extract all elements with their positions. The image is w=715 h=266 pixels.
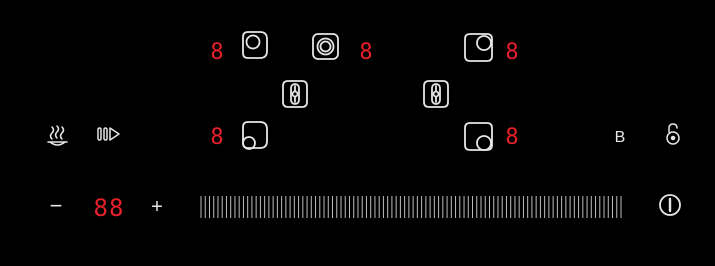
timer-plus-button[interactable]: + bbox=[151, 196, 163, 218]
zone-rear-center-level: 8 bbox=[359, 40, 372, 65]
timer-display: 88 bbox=[94, 194, 125, 222]
cooktop-control-panel: 8 8 8 8 8 B − 88 + bbox=[0, 0, 715, 266]
zone-rear-right-level: 8 bbox=[505, 40, 518, 65]
zone-front-right-level: 8 bbox=[505, 125, 518, 150]
zone-rear-left-level: 8 bbox=[210, 40, 223, 65]
timer-minus-button[interactable]: − bbox=[50, 193, 63, 218]
boost-button[interactable]: B bbox=[615, 129, 626, 146]
zone-front-left-level: 8 bbox=[210, 125, 223, 150]
